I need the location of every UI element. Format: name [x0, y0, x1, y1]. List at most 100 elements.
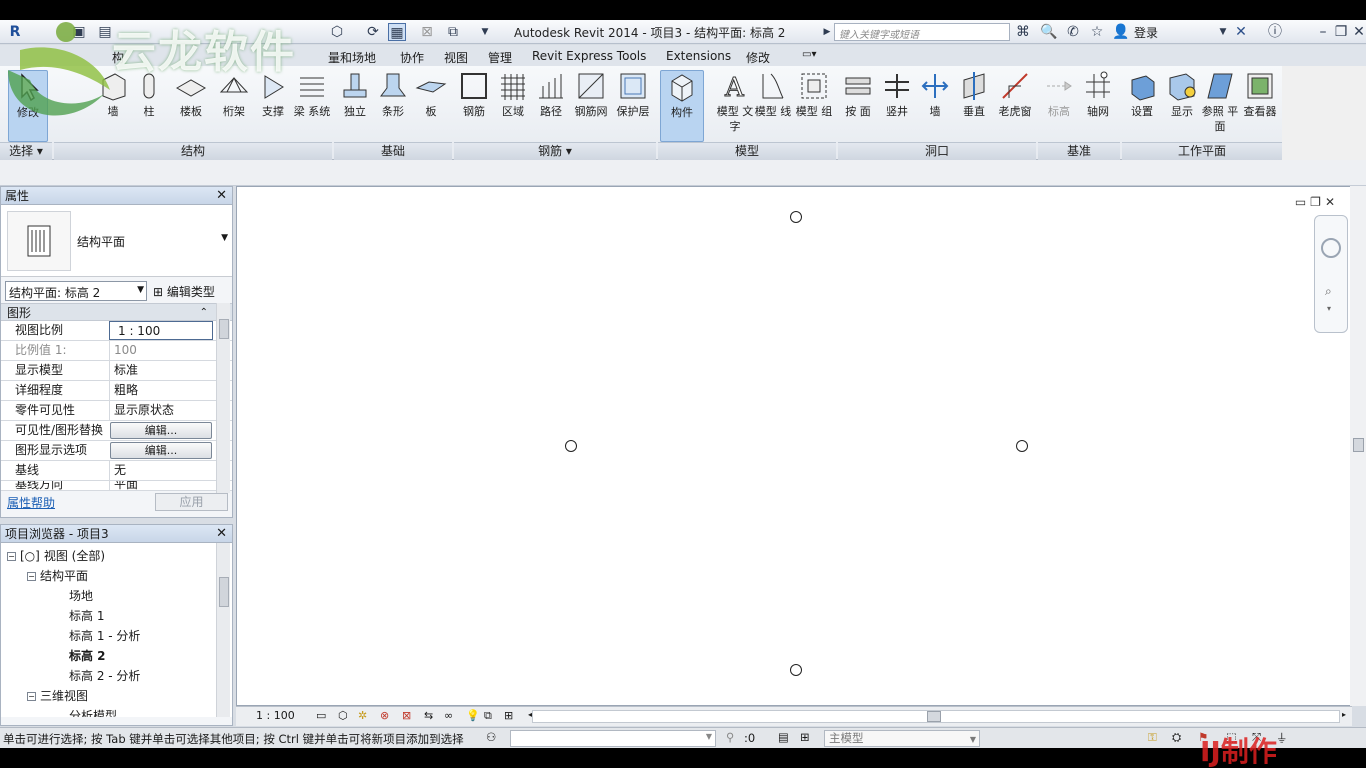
show-crop-icon[interactable]: ⇆	[424, 709, 433, 722]
binoculars-icon[interactable]: ⌘	[1014, 23, 1032, 41]
tree-node-level-2-analytical[interactable]: 标高 2 - 分析	[69, 667, 140, 684]
group-model[interactable]: 模型	[658, 142, 836, 160]
drawing-horizontal-scrollbar[interactable]	[532, 710, 1340, 723]
filter-count-icon[interactable]: ⚲	[726, 730, 734, 744]
collapse-icon[interactable]: −	[27, 572, 36, 581]
tree-node-site[interactable]: 场地	[69, 587, 93, 604]
properties-close-icon[interactable]: ✕	[216, 187, 227, 205]
type-selector[interactable]: 结构平面 ▼	[1, 205, 232, 277]
elevation-marker-west[interactable]	[565, 440, 577, 452]
restore-icon[interactable]: ❐	[1332, 23, 1350, 41]
group-reinforcement[interactable]: 钢筋 ▾	[454, 142, 656, 160]
properties-scrollbar[interactable]	[216, 303, 230, 493]
switch-windows-icon[interactable]: ⧉	[444, 23, 462, 41]
tree-node-3d-views[interactable]: − 三维视图	[27, 687, 88, 704]
path-rebar-button[interactable]: 路径	[532, 70, 570, 119]
ribbon-minimize-icon[interactable]: ▭▾	[802, 49, 816, 60]
slab-foundation-button[interactable]: 板	[412, 70, 450, 119]
properties-scroll-thumb[interactable]	[219, 319, 229, 339]
browser-scrollbar[interactable]	[216, 543, 230, 717]
tab-massing[interactable]: 量和场地	[328, 49, 376, 66]
group-foundation[interactable]: 基础	[334, 142, 452, 160]
fabric-rebar-button[interactable]: 钢筋网	[570, 70, 612, 119]
tab-modify[interactable]: 修改	[746, 49, 770, 66]
scroll-right-icon[interactable]: ▸	[1342, 710, 1346, 719]
help-icon[interactable]: ⓘ	[1266, 23, 1284, 41]
strip-foundation-button[interactable]: 条形	[374, 70, 412, 119]
navbar-dropdown-icon[interactable]: ▾	[1327, 304, 1331, 313]
search-input[interactable]: 键入关键字或短语	[834, 23, 1010, 41]
viewer-button[interactable]: 查看器	[1240, 70, 1280, 119]
close-icon[interactable]: ✕	[1350, 23, 1366, 41]
component-button[interactable]: 构件	[660, 70, 704, 142]
ref-plane-button[interactable]: 参照 平面	[1200, 70, 1240, 134]
reveal-hidden-icon[interactable]: 💡	[466, 709, 480, 722]
tab-view[interactable]: 视图	[444, 49, 468, 66]
select-underlay-icon[interactable]: ⛭	[1172, 730, 1181, 745]
sun-path-icon[interactable]: ✲	[358, 709, 367, 722]
vertical-opening-button[interactable]: 垂直	[954, 70, 994, 119]
group-opening[interactable]: 洞口	[838, 142, 1036, 160]
elevation-marker-north[interactable]	[790, 211, 802, 223]
tree-node-level-1[interactable]: 标高 1	[69, 607, 104, 624]
group-datum[interactable]: 基准	[1038, 142, 1120, 160]
model-group-button[interactable]: 模型 组	[794, 70, 834, 119]
truss-button[interactable]: 桁架	[214, 70, 254, 119]
elevation-marker-east[interactable]	[1016, 440, 1028, 452]
set-work-plane-button[interactable]: 设置	[1122, 70, 1162, 119]
tree-node-level-1-analytical[interactable]: 标高 1 - 分析	[69, 627, 140, 644]
temp-hide-icon[interactable]: ∞	[444, 709, 453, 722]
open-icon[interactable]: ▣	[70, 23, 88, 41]
drawing-vertical-scrollbar[interactable]	[1350, 186, 1366, 706]
exchange-icon[interactable]: ✕	[1232, 23, 1250, 41]
group-work-plane[interactable]: 工作平面	[1122, 142, 1282, 160]
detail-level-icon[interactable]: ▭	[316, 709, 326, 722]
group-select[interactable]: 选择 ▾	[0, 142, 52, 160]
tab-extensions[interactable]: Extensions	[666, 49, 731, 63]
tree-node-structural-plans[interactable]: − 结构平面	[27, 567, 88, 584]
tab-structure[interactable]: 构	[112, 49, 124, 66]
qat-dropdown-icon[interactable]: ▼	[476, 23, 494, 41]
property-row-parts-visibility[interactable]: 零件可见性 显示原状态	[1, 401, 232, 421]
filter-icon[interactable]: ⏚	[1276, 730, 1288, 746]
analytical-model-icon[interactable]: ⧉	[484, 709, 492, 723]
3d-view-icon[interactable]: ⬡	[328, 23, 346, 41]
subscription-icon[interactable]: 🔍	[1040, 23, 1058, 41]
edit-type-button[interactable]: ⊞ 编辑类型	[153, 283, 215, 300]
apply-button[interactable]: 应用	[155, 493, 228, 511]
group-structure[interactable]: 结构	[54, 142, 332, 160]
tab-collaborate[interactable]: 协作	[400, 49, 424, 66]
rebar-button[interactable]: 钢筋	[454, 70, 494, 119]
collapse-icon[interactable]: −	[27, 692, 36, 701]
revit-app-icon[interactable]: R	[6, 23, 24, 41]
view-scale[interactable]: 1 : 100	[256, 709, 295, 722]
isolated-foundation-button[interactable]: 独立	[336, 70, 374, 119]
column-button[interactable]: 柱	[132, 70, 166, 119]
beam-system-button[interactable]: 梁 系统	[292, 70, 332, 119]
highlight-boundaries-icon[interactable]: ⊞	[504, 709, 513, 722]
close-hidden-icon[interactable]: ⊠	[418, 23, 436, 41]
tile-icon[interactable]: ▦	[388, 23, 406, 41]
communication-icon[interactable]: ✆	[1064, 23, 1082, 41]
floor-button[interactable]: 楼板	[170, 70, 212, 119]
dormer-button[interactable]: 老虎窗	[994, 70, 1036, 119]
favorites-icon[interactable]: ☆	[1088, 23, 1106, 41]
user-icon[interactable]: 👤	[1112, 23, 1130, 41]
worksets-icon[interactable]: ⚇	[486, 730, 496, 744]
property-row-view-scale[interactable]: 视图比例 1 : 100	[1, 321, 232, 341]
by-face-button[interactable]: 按 面	[838, 70, 878, 119]
drawing-hscroll-thumb[interactable]	[927, 711, 941, 722]
login-dropdown-icon[interactable]: ▼	[1214, 23, 1232, 41]
view-window-controls[interactable]: ▭❐✕	[1295, 195, 1339, 209]
property-row-underlay[interactable]: 基线 无	[1, 461, 232, 481]
model-text-button[interactable]: A 模型 文字	[716, 70, 754, 134]
design-options-icon[interactable]: ▤	[778, 730, 789, 744]
property-row-display-model[interactable]: 显示模型 标准	[1, 361, 232, 381]
drawing-area[interactable]: ▭❐✕ ⌕ ▾	[236, 186, 1352, 706]
type-dropdown-icon[interactable]: ▼	[221, 233, 228, 243]
collapse-icon[interactable]: −	[7, 552, 16, 561]
collapse-icon[interactable]: ⌃	[200, 304, 208, 322]
minimize-icon[interactable]: –	[1314, 23, 1332, 41]
drawing-vscroll-thumb[interactable]	[1353, 438, 1364, 452]
cover-button[interactable]: 保护层	[612, 70, 654, 119]
